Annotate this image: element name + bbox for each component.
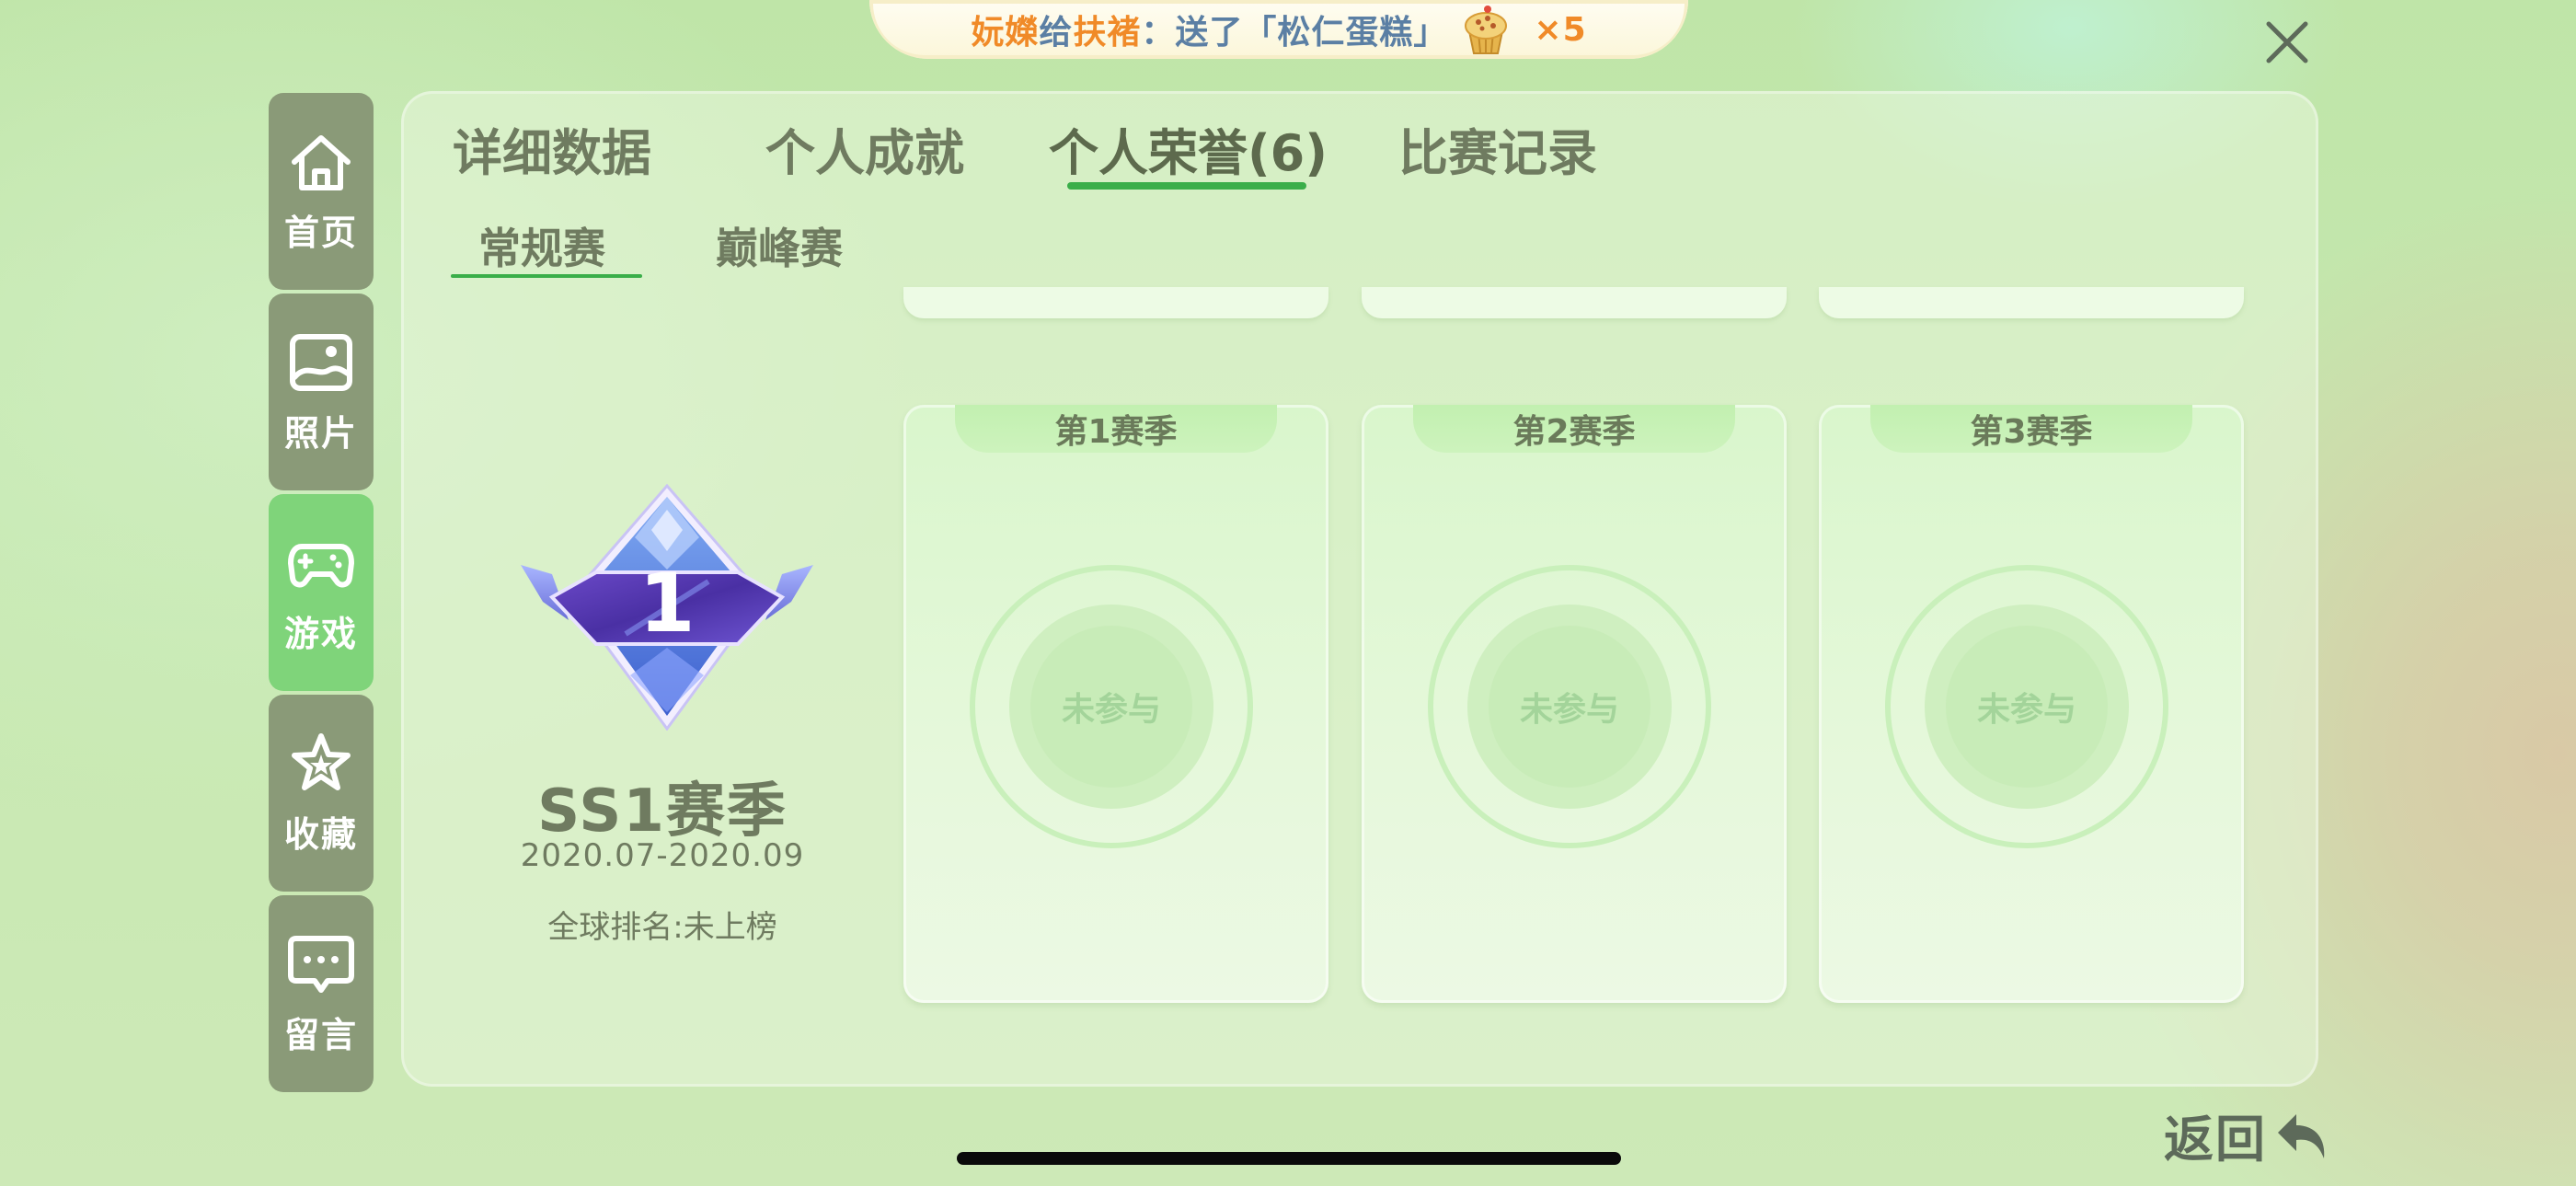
season-card-1[interactable]: 第1赛季 未参与 — [903, 405, 1328, 1003]
banner-gift-count: ×5 — [1534, 10, 1587, 49]
banner-verb: 给 — [1039, 14, 1074, 52]
photo-icon — [290, 333, 352, 391]
sidebar-item-label: 游戏 — [283, 613, 358, 654]
home-icon — [292, 134, 351, 190]
season-rank-badge: 1 — [515, 482, 819, 731]
cupcake-icon — [1460, 4, 1512, 55]
tab-match-records[interactable]: 比赛记录 — [1398, 112, 1597, 185]
subtab-regular[interactable]: 常规赛 — [478, 215, 605, 276]
season-global-rank: 全球排名:未上榜 — [547, 909, 777, 946]
card-title: 第3赛季 — [1870, 405, 2192, 453]
sidebar-item-label: 照片 — [283, 412, 358, 454]
active-subtab-indicator — [451, 274, 642, 278]
not-participated-label: 未参与 — [1489, 626, 1650, 788]
tab-achievements[interactable]: 个人成就 — [765, 112, 964, 185]
close-icon — [2266, 21, 2308, 63]
gamepad-icon — [288, 543, 354, 587]
season-card-3[interactable]: 第3赛季 未参与 — [1819, 405, 2244, 1003]
card-stub — [1362, 287, 1787, 318]
message-icon — [288, 935, 354, 993]
home-indicator[interactable] — [957, 1152, 1621, 1165]
subtab-peak[interactable]: 巅峰赛 — [716, 215, 843, 276]
not-participated-label: 未参与 — [1946, 626, 2108, 788]
sidebar: 首页 照片 游戏 收藏 留言 — [269, 93, 374, 1096]
star-icon — [292, 732, 351, 790]
season-title: SS1赛季 — [537, 777, 788, 846]
participation-ring: 未参与 — [1885, 565, 2168, 848]
card-title: 第1赛季 — [955, 405, 1277, 453]
back-button[interactable]: 返回 — [2164, 1102, 2331, 1169]
season-dates: 2020.07-2020.09 — [520, 837, 805, 874]
card-stub — [1819, 287, 2244, 318]
card-stub — [903, 287, 1328, 318]
banner-receiver: 扶褚 — [1073, 14, 1142, 52]
sidebar-item-photo[interactable]: 照片 — [269, 294, 374, 490]
banner-sender: 妧嬫 — [971, 14, 1040, 52]
gift-notification-banner: 妧嬫 给 扶褚 ：送了「松仁蛋糕」 ×5 — [869, 0, 1688, 59]
sidebar-item-label: 收藏 — [283, 813, 358, 855]
sidebar-item-label: 首页 — [283, 212, 358, 253]
card-title: 第2赛季 — [1413, 405, 1735, 453]
return-arrow-icon — [2278, 1114, 2325, 1158]
tab-honors[interactable]: 个人荣誉(6) — [1049, 112, 1328, 185]
sidebar-item-game[interactable]: 游戏 — [269, 494, 374, 691]
sidebar-item-message[interactable]: 留言 — [269, 895, 374, 1092]
season-card-2[interactable]: 第2赛季 未参与 — [1362, 405, 1787, 1003]
sidebar-item-home[interactable]: 首页 — [269, 93, 374, 290]
active-tab-indicator — [1067, 182, 1306, 190]
participation-ring: 未参与 — [1428, 565, 1711, 848]
participation-ring: 未参与 — [970, 565, 1253, 848]
sidebar-item-label: 留言 — [283, 1014, 358, 1055]
sidebar-item-favorites[interactable]: 收藏 — [269, 695, 374, 892]
banner-gift-text: ：送了「松仁蛋糕」 — [1141, 14, 1448, 52]
badge-number: 1 — [638, 556, 695, 651]
back-label: 返回 — [2164, 1110, 2267, 1169]
tab-detailed-data[interactable]: 详细数据 — [453, 112, 651, 185]
not-participated-label: 未参与 — [1030, 626, 1192, 788]
close-button[interactable] — [2263, 18, 2311, 66]
